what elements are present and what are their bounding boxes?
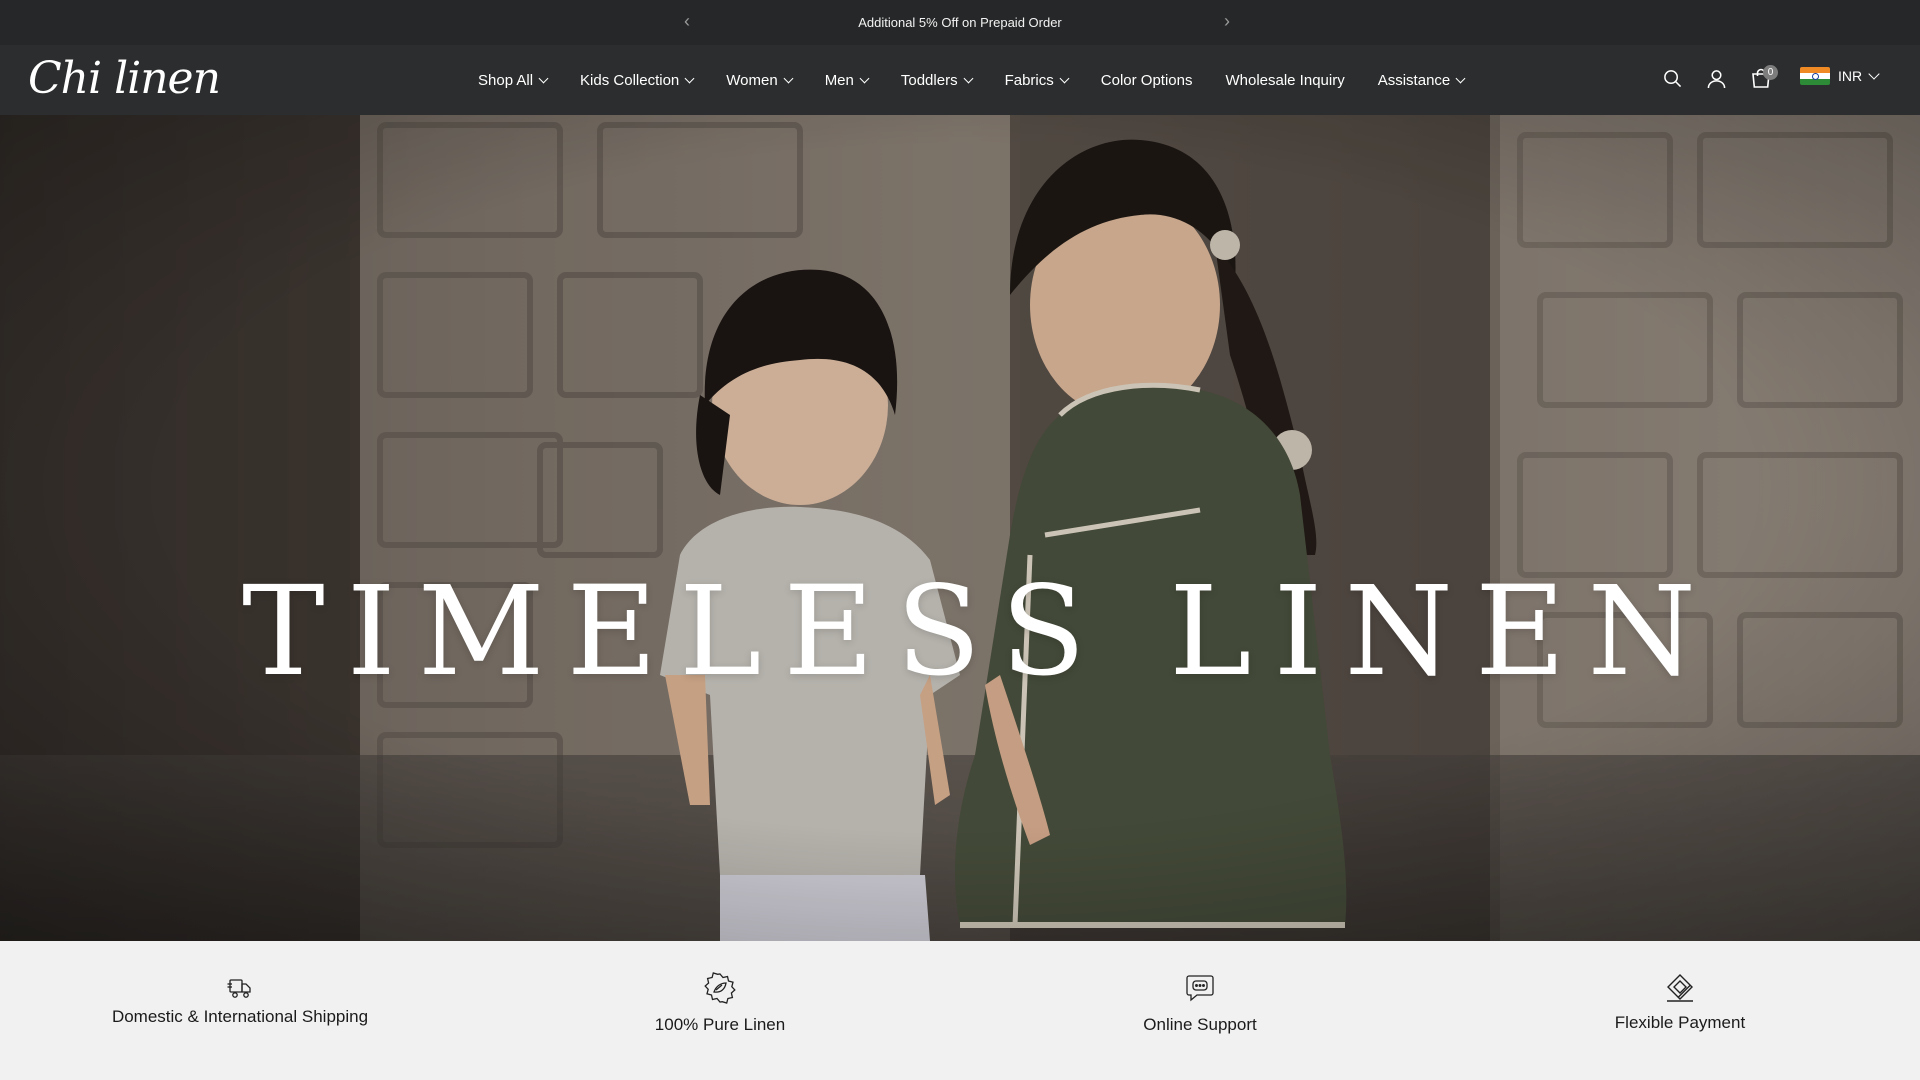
nav-women[interactable]: Women (726, 71, 794, 89)
feature-shipping: Domestic & International Shipping (0, 941, 480, 1080)
features-strip: Domestic & International Shipping 100% P… (0, 941, 1920, 1080)
chevron-down-icon (1868, 67, 1880, 80)
feature-flexible-payment: Flexible Payment (1440, 941, 1920, 1080)
announcement-bar: ‹ Additional 5% Off on Prepaid Order › (0, 0, 1920, 45)
nav-label: Men (824, 71, 854, 89)
announcement-text: Additional 5% Off on Prepaid Order (858, 15, 1062, 30)
nav-label: Kids Collection (580, 71, 680, 89)
india-flag-icon (1800, 67, 1830, 85)
card-payment-icon (1665, 971, 1695, 1005)
nav-label: Wholesale Inquiry (1225, 71, 1345, 89)
feature-label: Flexible Payment (1614, 1013, 1746, 1032)
nav-fabrics[interactable]: Fabrics (1004, 71, 1070, 89)
chevron-right-icon[interactable]: › (1224, 12, 1230, 30)
account-icon[interactable] (1707, 69, 1726, 94)
search-icon[interactable] (1663, 69, 1682, 93)
cart-count-badge: 0 (1763, 65, 1778, 80)
nav-label: Shop All (478, 71, 534, 89)
header-actions: 0 INR (1600, 45, 1920, 115)
nav-toddlers[interactable]: Toddlers (900, 71, 974, 89)
feature-online-support: Online Support (960, 941, 1440, 1080)
delivery-truck-icon (227, 971, 253, 1005)
chevron-down-icon (963, 73, 974, 83)
feature-pure-linen: 100% Pure Linen (480, 941, 960, 1080)
main-nav: Shop All Kids Collection Women Men Toddl… (478, 45, 1497, 115)
feature-label: Domestic & International Shipping (111, 1007, 369, 1026)
chat-bubble-icon (1185, 971, 1215, 1005)
hero-title: TIMELESS LINEN (241, 560, 1718, 704)
currency-selector[interactable]: INR (1800, 67, 1880, 85)
chevron-down-icon (684, 73, 695, 83)
nav-label: Fabrics (1004, 71, 1054, 89)
chevron-down-icon (1455, 73, 1466, 83)
chevron-down-icon (1059, 73, 1070, 83)
hero-banner: TIMELESS LINEN (0, 115, 1920, 941)
feature-label: 100% Pure Linen (654, 1015, 786, 1034)
feature-label: Online Support (1143, 1015, 1257, 1034)
nav-shop-all[interactable]: Shop All (478, 71, 549, 89)
leaf-badge-icon (704, 971, 736, 1005)
nav-wholesale-inquiry[interactable]: Wholesale Inquiry (1225, 72, 1344, 89)
nav-label: Toddlers (900, 71, 958, 89)
site-header: Chi linen Shop All Kids Collection Women… (0, 45, 1920, 115)
currency-label: INR (1838, 68, 1863, 84)
hero-image (0, 115, 1920, 941)
nav-color-options[interactable]: Color Options (1101, 72, 1193, 89)
nav-label: Assistance (1377, 71, 1451, 89)
chevron-down-icon (538, 73, 549, 83)
nav-men[interactable]: Men (824, 71, 870, 89)
nav-label: Color Options (1100, 71, 1193, 89)
nav-label: Women (726, 71, 778, 89)
chevron-down-icon (859, 73, 870, 83)
nav-kids-collection[interactable]: Kids Collection (580, 71, 695, 89)
chevron-left-icon[interactable]: ‹ (684, 12, 690, 30)
brand-logo[interactable]: Chi linen (28, 51, 221, 107)
chevron-down-icon (783, 73, 794, 83)
nav-assistance[interactable]: Assistance (1377, 71, 1466, 89)
